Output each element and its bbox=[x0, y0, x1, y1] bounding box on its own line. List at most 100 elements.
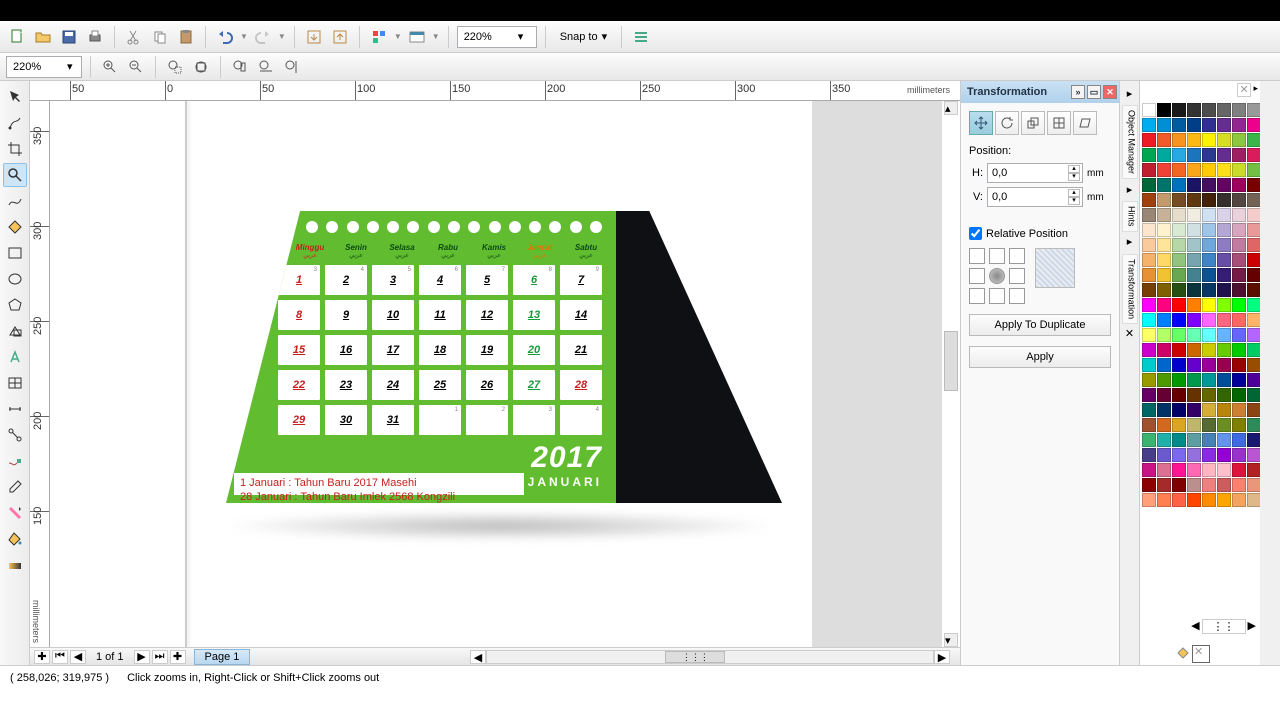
color-swatch[interactable] bbox=[1157, 373, 1171, 387]
color-swatch[interactable] bbox=[1217, 313, 1231, 327]
rectangle-tool[interactable] bbox=[3, 241, 27, 265]
color-swatch[interactable] bbox=[1217, 373, 1231, 387]
color-swatch[interactable] bbox=[1247, 373, 1260, 387]
color-swatch[interactable] bbox=[1187, 448, 1201, 462]
color-swatch[interactable] bbox=[1217, 343, 1231, 357]
color-swatch[interactable] bbox=[1187, 268, 1201, 282]
color-swatch[interactable] bbox=[1217, 388, 1231, 402]
anchor-center[interactable] bbox=[989, 268, 1005, 284]
color-swatch[interactable] bbox=[1142, 223, 1156, 237]
prev-page-button[interactable]: ◀ bbox=[70, 650, 86, 664]
color-swatch[interactable] bbox=[1142, 193, 1156, 207]
minimize-button[interactable]: ▭ bbox=[1087, 85, 1101, 99]
connector-tool[interactable] bbox=[3, 423, 27, 447]
color-swatch[interactable] bbox=[1187, 418, 1201, 432]
color-swatch[interactable] bbox=[1172, 103, 1186, 117]
ellipse-tool[interactable] bbox=[3, 267, 27, 291]
freehand-tool[interactable] bbox=[3, 189, 27, 213]
scale-tab[interactable] bbox=[1021, 111, 1045, 135]
color-swatch[interactable] bbox=[1157, 448, 1171, 462]
zoom-in-button[interactable] bbox=[99, 56, 121, 78]
color-swatch[interactable] bbox=[1232, 448, 1246, 462]
color-swatch[interactable] bbox=[1232, 253, 1246, 267]
color-swatch[interactable] bbox=[1247, 193, 1260, 207]
color-swatch[interactable] bbox=[1172, 418, 1186, 432]
color-swatch[interactable] bbox=[1232, 463, 1246, 477]
color-swatch[interactable] bbox=[1217, 178, 1231, 192]
color-swatch[interactable] bbox=[1172, 433, 1186, 447]
color-swatch[interactable] bbox=[1187, 493, 1201, 507]
color-swatch[interactable] bbox=[1187, 253, 1201, 267]
color-swatch[interactable] bbox=[1217, 253, 1231, 267]
color-swatch[interactable] bbox=[1142, 208, 1156, 222]
skew-tab[interactable] bbox=[1073, 111, 1097, 135]
undo-button[interactable] bbox=[214, 26, 236, 48]
color-swatch[interactable] bbox=[1247, 448, 1260, 462]
color-swatch[interactable] bbox=[1202, 268, 1216, 282]
color-swatch[interactable] bbox=[1232, 283, 1246, 297]
color-swatch[interactable] bbox=[1217, 418, 1231, 432]
zoom-height-button[interactable] bbox=[281, 56, 303, 78]
color-swatch[interactable] bbox=[1202, 403, 1216, 417]
color-swatch[interactable] bbox=[1142, 448, 1156, 462]
color-swatch[interactable] bbox=[1172, 163, 1186, 177]
color-swatch[interactable] bbox=[1157, 103, 1171, 117]
color-swatch[interactable] bbox=[1232, 343, 1246, 357]
color-swatch[interactable] bbox=[1217, 493, 1231, 507]
color-swatch[interactable] bbox=[1187, 208, 1201, 222]
scroll-thumb[interactable] bbox=[944, 331, 958, 391]
welcome-button[interactable] bbox=[406, 26, 428, 48]
dimension-tool[interactable] bbox=[3, 397, 27, 421]
color-swatch[interactable] bbox=[1217, 433, 1231, 447]
color-swatch[interactable] bbox=[1202, 328, 1216, 342]
color-swatch[interactable] bbox=[1217, 148, 1231, 162]
zoom-combo[interactable]: ▾ bbox=[457, 26, 537, 48]
color-swatch[interactable] bbox=[1157, 358, 1171, 372]
transformation-tab[interactable]: Transformation bbox=[1122, 254, 1138, 324]
redo-button[interactable] bbox=[252, 26, 274, 48]
color-swatch[interactable] bbox=[1202, 223, 1216, 237]
color-swatch[interactable] bbox=[1157, 418, 1171, 432]
color-swatch[interactable] bbox=[1142, 163, 1156, 177]
last-page-button[interactable]: ⏭ bbox=[152, 650, 168, 664]
color-swatch[interactable] bbox=[1142, 373, 1156, 387]
zoom-selection-button[interactable] bbox=[164, 56, 186, 78]
color-swatch[interactable] bbox=[1202, 133, 1216, 147]
color-swatch[interactable] bbox=[1172, 343, 1186, 357]
zoom-page-button[interactable] bbox=[229, 56, 251, 78]
color-swatch[interactable] bbox=[1202, 433, 1216, 447]
basic-shapes-tool[interactable] bbox=[3, 319, 27, 343]
color-swatch[interactable] bbox=[1187, 373, 1201, 387]
color-swatch[interactable] bbox=[1142, 283, 1156, 297]
color-swatch[interactable] bbox=[1157, 223, 1171, 237]
interactive-tool[interactable] bbox=[3, 449, 27, 473]
color-swatch[interactable] bbox=[1232, 493, 1246, 507]
color-swatch[interactable] bbox=[1142, 433, 1156, 447]
color-swatch[interactable] bbox=[1142, 253, 1156, 267]
color-swatch[interactable] bbox=[1202, 208, 1216, 222]
v-position-input[interactable]: ▴▾ bbox=[987, 187, 1083, 207]
color-swatch[interactable] bbox=[1187, 328, 1201, 342]
color-swatch[interactable] bbox=[1172, 448, 1186, 462]
color-swatch[interactable] bbox=[1157, 118, 1171, 132]
color-swatch[interactable] bbox=[1142, 478, 1156, 492]
color-swatch[interactable] bbox=[1247, 253, 1260, 267]
color-swatch[interactable] bbox=[1247, 418, 1260, 432]
add-page-after-button[interactable]: ✚ bbox=[170, 650, 186, 664]
color-swatch[interactable] bbox=[1247, 358, 1260, 372]
color-swatch[interactable] bbox=[1157, 208, 1171, 222]
color-swatch[interactable] bbox=[1202, 373, 1216, 387]
color-swatch[interactable] bbox=[1247, 283, 1260, 297]
color-swatch[interactable] bbox=[1172, 328, 1186, 342]
color-swatch[interactable] bbox=[1142, 328, 1156, 342]
color-swatch[interactable] bbox=[1172, 133, 1186, 147]
save-button[interactable] bbox=[58, 26, 80, 48]
color-swatch[interactable] bbox=[1157, 313, 1171, 327]
color-swatch[interactable] bbox=[1247, 403, 1260, 417]
anchor-bl[interactable] bbox=[969, 288, 985, 304]
color-swatch[interactable] bbox=[1187, 163, 1201, 177]
color-swatch[interactable] bbox=[1157, 268, 1171, 282]
color-swatch[interactable] bbox=[1172, 193, 1186, 207]
color-swatch[interactable] bbox=[1157, 328, 1171, 342]
color-swatch[interactable] bbox=[1232, 328, 1246, 342]
